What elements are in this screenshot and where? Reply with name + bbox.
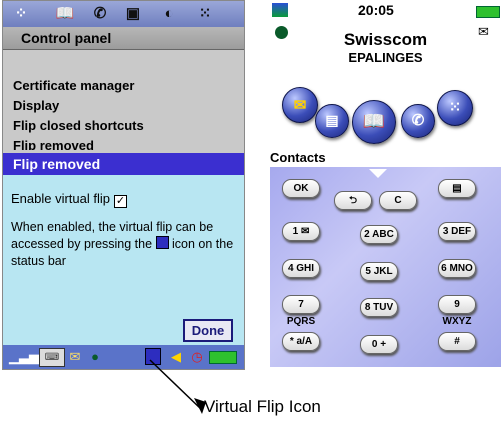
- annotation-arrow: [149, 359, 206, 414]
- annotation-label: Virtual Flip Icon: [204, 397, 321, 416]
